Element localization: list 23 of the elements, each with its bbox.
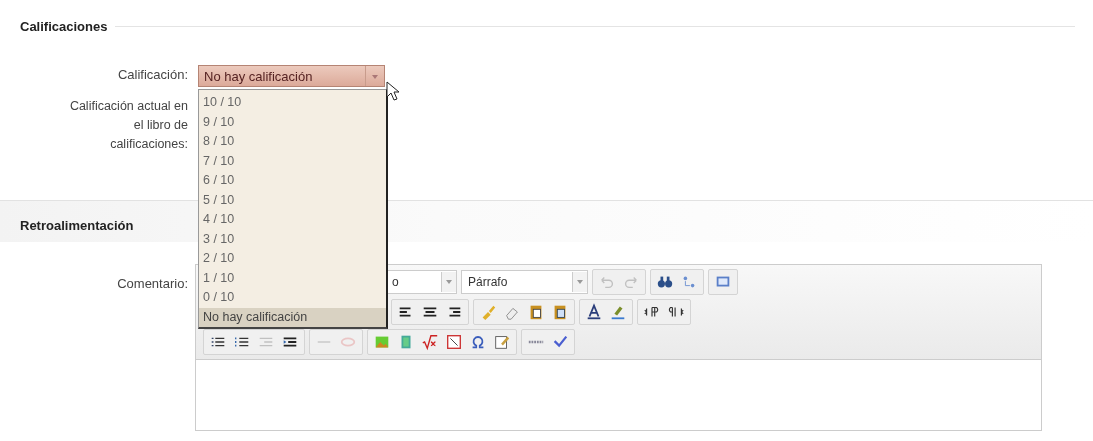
- dropdown-option[interactable]: 5 / 10: [199, 190, 386, 210]
- field-label: Comentario:: [116, 275, 188, 293]
- dropdown-option[interactable]: 7 / 10: [199, 151, 386, 171]
- caret-icon: [441, 272, 456, 292]
- dropdown-option[interactable]: 2 / 10: [199, 249, 386, 269]
- dropdown-option[interactable]: 4 / 10: [199, 210, 386, 230]
- field-label: Calificación actual en el libro de calificaciones:: [68, 98, 188, 153]
- format-select[interactable]: Párrafo: [461, 270, 588, 294]
- caret-icon: [572, 272, 587, 292]
- dropdown-option[interactable]: 1 / 10: [199, 268, 386, 288]
- section-heading: Retroalimentación: [20, 218, 134, 233]
- font-size-select[interactable]: o: [385, 270, 457, 294]
- dropdown-option[interactable]: 3 / 10: [199, 229, 386, 249]
- mouse-cursor-icon: [386, 81, 400, 101]
- dropdown-option[interactable]: 8 / 10: [199, 132, 386, 152]
- dropdown-option[interactable]: 9 / 10: [199, 112, 386, 132]
- dropdown-option[interactable]: 10 / 10: [199, 93, 386, 113]
- dropdown-option[interactable]: 6 / 10: [199, 171, 386, 191]
- grade-select[interactable]: No hay calificación: [198, 65, 385, 87]
- section-heading: Calificaciones: [20, 18, 108, 34]
- dropdown-option[interactable]: 0 / 10: [199, 288, 386, 308]
- field-label: Calificación:: [116, 66, 188, 84]
- dropdown-option[interactable]: No hay calificación: [199, 307, 386, 327]
